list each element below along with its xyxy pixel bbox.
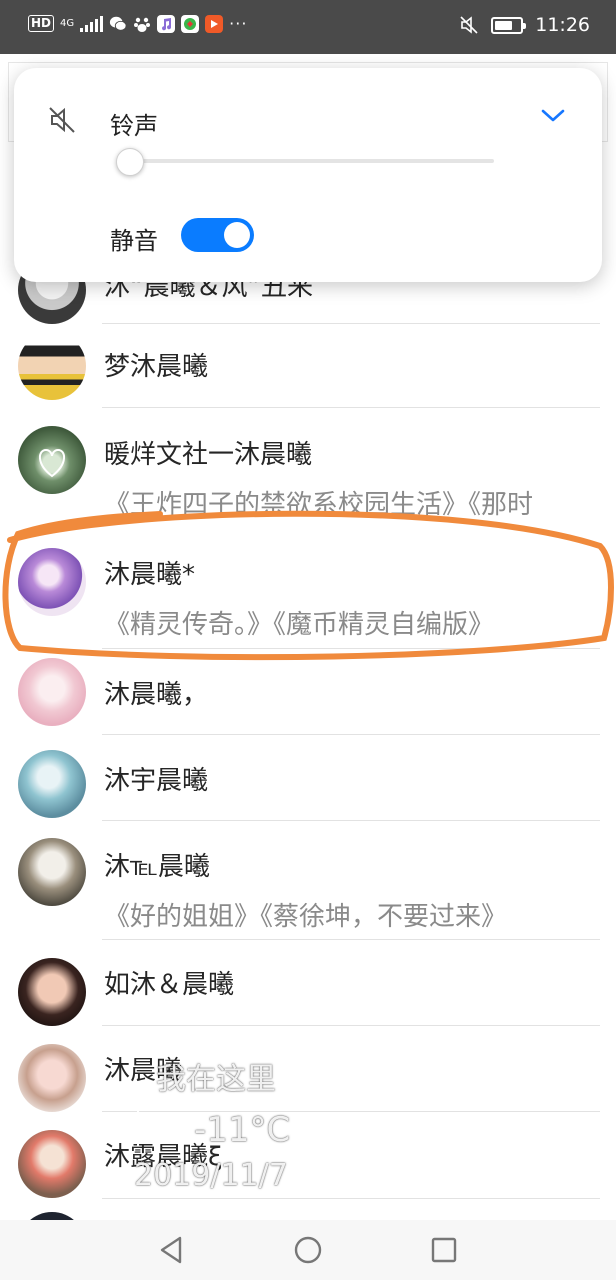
list-item[interactable]: 沐宇晨曦 (0, 736, 616, 822)
avatar (18, 332, 86, 400)
divider (102, 820, 600, 821)
watermark-date: 2019/11/7 (134, 1158, 288, 1193)
avatar (18, 958, 86, 1026)
list-item[interactable]: 沐晨曦* 《精灵传奇。》《魔币精灵自编版》 (0, 534, 616, 650)
back-icon[interactable] (156, 1234, 188, 1266)
avatar (18, 548, 86, 616)
contact-name: 沐晨曦* (104, 560, 196, 590)
contact-name: 梦沐晨曦 (104, 352, 209, 382)
contact-name: 沐℡晨曦 (104, 852, 210, 882)
contact-name: 暖烊文社一沐晨曦 (104, 440, 313, 470)
recents-icon[interactable] (428, 1234, 460, 1266)
list-item[interactable]: 如沐＆晨曦 (0, 940, 616, 1026)
chevron-down-icon[interactable] (540, 108, 566, 128)
contact-name: 如沐＆晨曦 (104, 970, 235, 1000)
list-item[interactable]: 暖烊文社一沐晨曦 《王炸四子的禁欲系校园生活》《那时 (0, 408, 616, 520)
home-icon[interactable] (292, 1234, 324, 1266)
volume-slider-thumb[interactable] (116, 148, 144, 176)
ringtone-label: 铃声 (110, 112, 158, 140)
avatar (18, 1044, 86, 1112)
list-item[interactable]: 沐晨曦， (0, 650, 616, 736)
divider (102, 648, 600, 649)
watermark-location: 我在这里 (156, 1062, 276, 1097)
list-item[interactable]: 沐℡晨曦 《好的姐姐》《蔡徐坤，不要过来》 (0, 822, 616, 940)
silent-label: 静音 (110, 227, 158, 255)
divider (102, 1198, 600, 1199)
navigation-bar (0, 1220, 616, 1280)
avatar (18, 426, 86, 494)
list-item[interactable]: 沐晨曦 (0, 1026, 616, 1112)
avatar (18, 1130, 86, 1198)
contact-subtitle: 《王炸四子的禁欲系校园生活》《那时 (104, 490, 534, 520)
screen: HD 4G ··· 11:26 铃声 静音 沐“晨曦＆风”丑来 梦沐晨曦 暖烊文… (0, 0, 616, 1280)
volume-panel: 铃声 静音 (14, 68, 602, 282)
ringer-muted-icon[interactable] (46, 104, 78, 140)
watermark-temp: -11°C (194, 1110, 291, 1150)
avatar (18, 658, 86, 726)
avatar (18, 750, 86, 818)
list-item[interactable]: 沐露晨曦ξ (0, 1112, 616, 1199)
avatar (18, 838, 86, 906)
toggle-knob (224, 222, 250, 248)
volume-slider-track[interactable] (130, 159, 494, 163)
contact-subtitle: 《精灵传奇。》《魔币精灵自编版》 (104, 610, 495, 640)
sun-icon (118, 1108, 158, 1156)
contact-name: 沐宇晨曦 (104, 766, 209, 796)
list-item[interactable]: 梦沐晨曦 (0, 324, 616, 408)
divider (102, 734, 600, 735)
contact-subtitle: 《好的姐姐》《蔡徐坤，不要过来》 (104, 902, 508, 932)
silent-toggle[interactable] (181, 218, 254, 252)
contact-name: 沐晨曦， (104, 680, 209, 710)
